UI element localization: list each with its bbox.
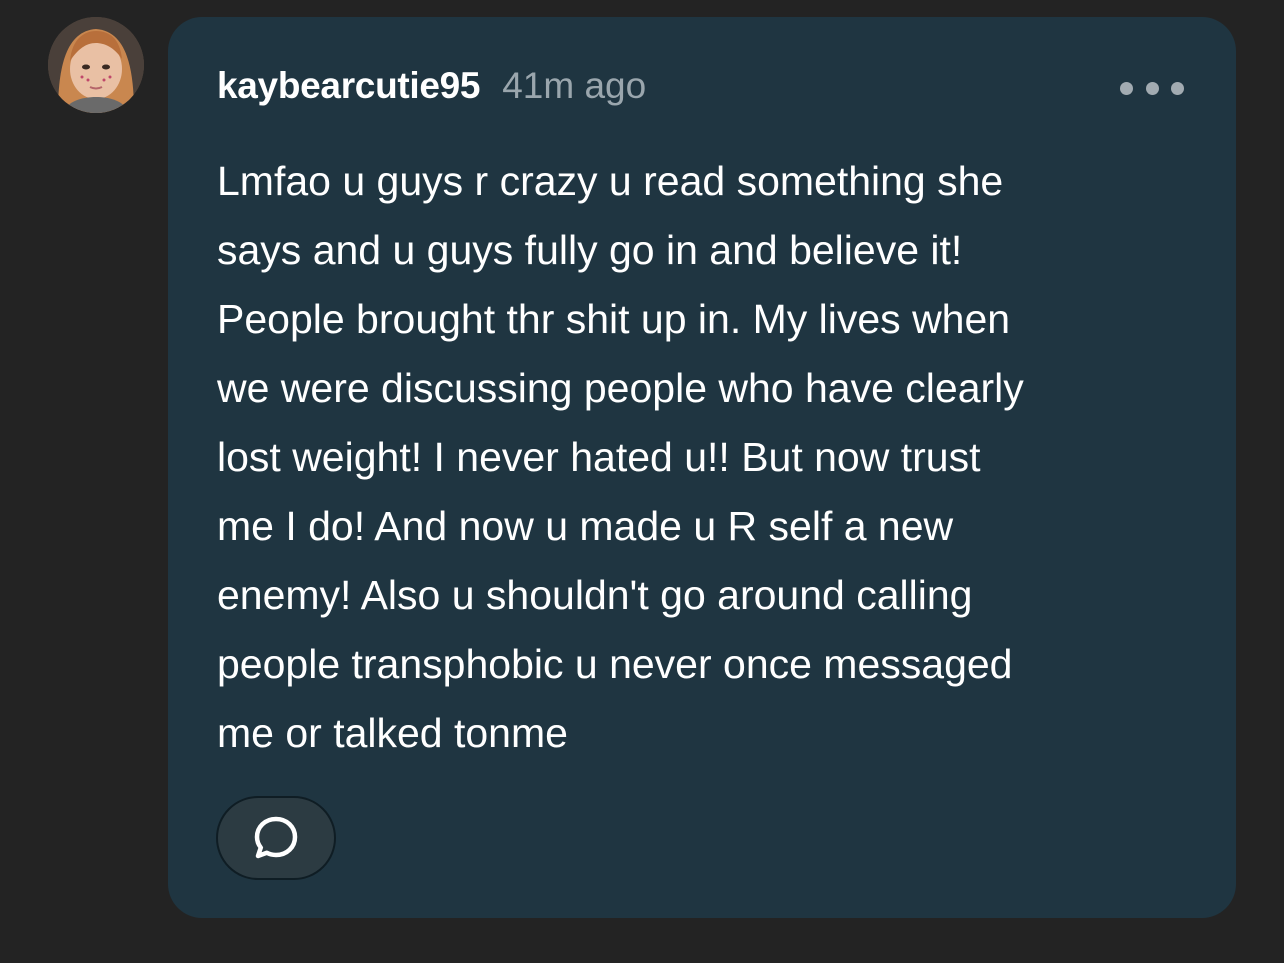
comment-header: kaybearcutie95 41m ago xyxy=(217,65,646,107)
comment-card: kaybearcutie95 41m ago Lmfao u guys r cr… xyxy=(168,17,1236,918)
comment-body: Lmfao u guys r crazy u read something sh… xyxy=(217,158,1024,756)
avatar[interactable] xyxy=(48,17,144,113)
reply-button[interactable] xyxy=(216,796,336,880)
dot xyxy=(1171,81,1184,95)
dot xyxy=(1145,81,1159,95)
more-options-icon[interactable] xyxy=(1120,73,1184,103)
timestamp: 41m ago xyxy=(502,65,647,106)
username[interactable]: kaybearcutie95 xyxy=(217,65,481,107)
dot xyxy=(1120,81,1133,95)
avatar-image xyxy=(48,17,144,113)
speech-bubble-icon xyxy=(254,816,298,859)
